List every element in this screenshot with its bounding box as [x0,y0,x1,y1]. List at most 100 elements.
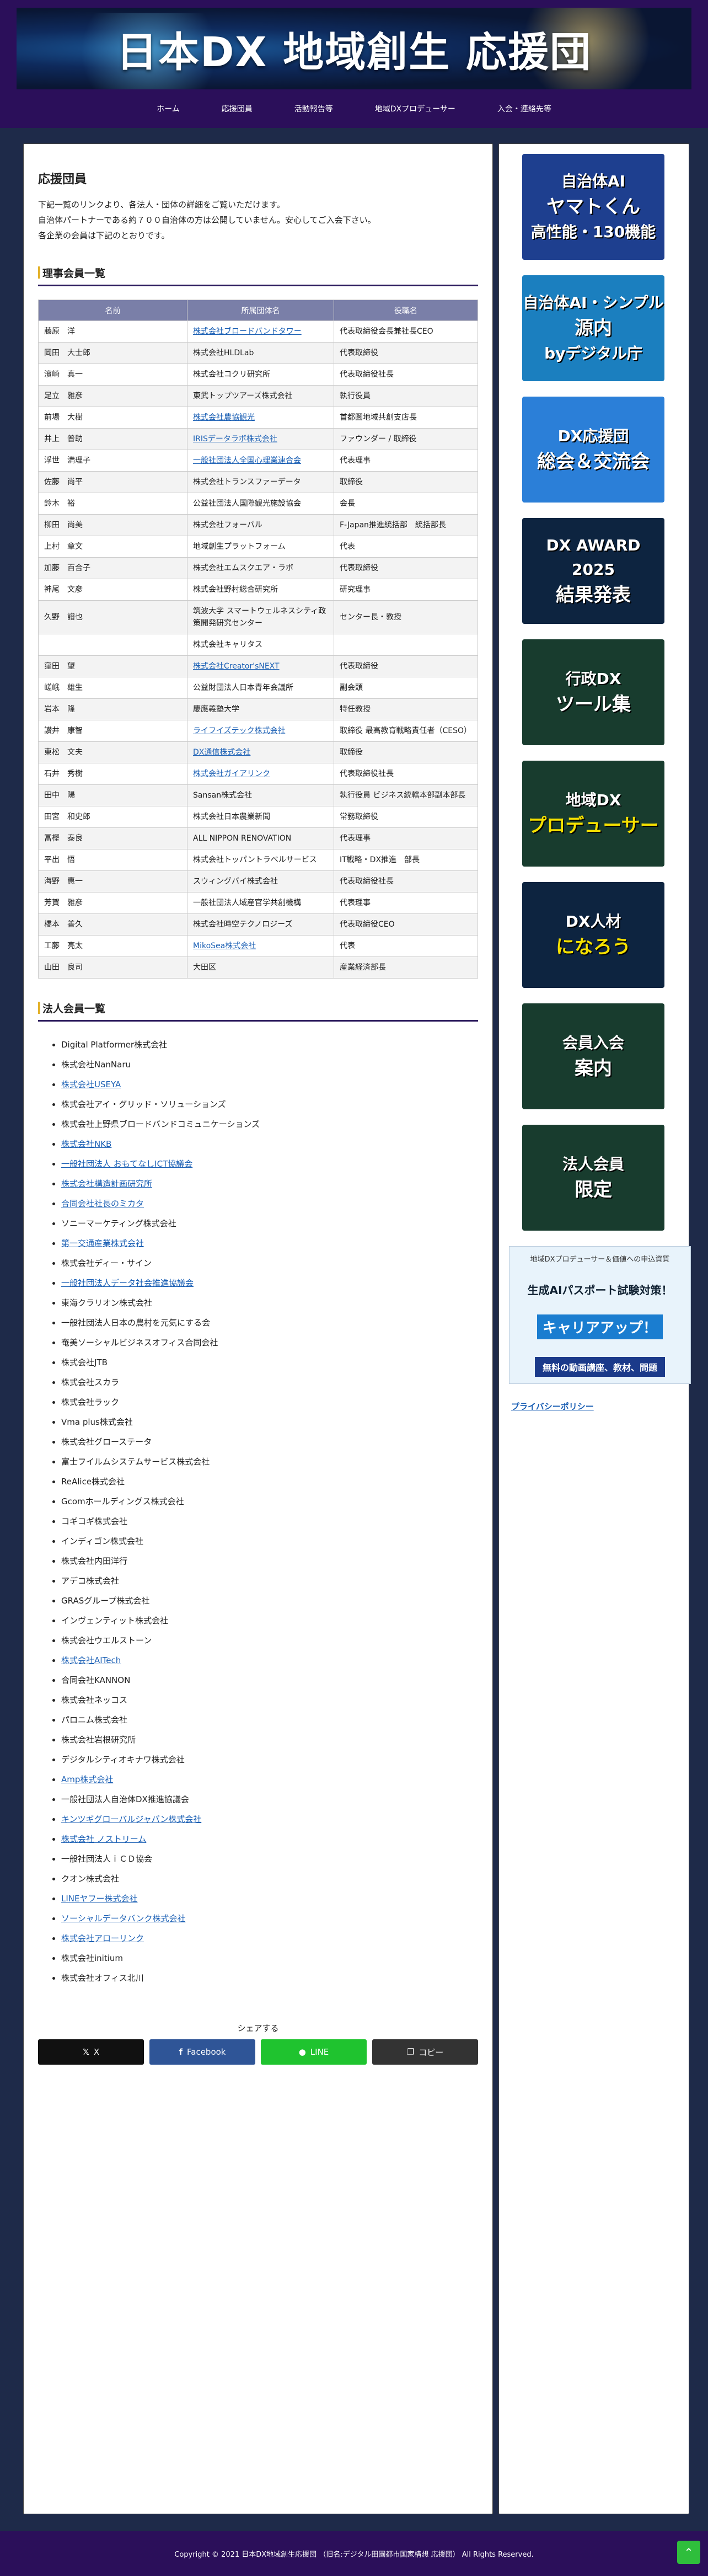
page-title: 応援団員 [38,173,87,186]
sidebar-banner[interactable]: DX応援団 総会＆交流会 [522,397,664,503]
site-title[interactable]: 日本DX 地域創生 応援団 [116,19,592,78]
list-item: インディゴン株式会社 [61,1531,478,1551]
table-row: 上村 章文 地域創生プラットフォーム 代表 [38,536,478,558]
list-item: デジタルシティオキナワ株式会社 [61,1750,478,1770]
director-role: IT戦略・DX推進 部長 [334,849,478,871]
list-item: GRASグループ株式会社 [61,1591,478,1611]
corporate-member-link[interactable]: 株式会社アローリンク [61,1933,144,1943]
list-item: 株式会社USEYA [61,1075,478,1094]
table-row: 橋本 善久 株式会社時空テクノロジーズ 代表取締役CEO [38,913,478,936]
list-item: 株式会社ラック [61,1392,478,1412]
banner-text: DX人材 [565,912,621,931]
list-item: 株式会社ネッコス [61,1690,478,1710]
corporate-member-link[interactable]: 合同会社社長のミカタ [61,1199,144,1209]
corporate-member-link[interactable]: 株式会社USEYA [61,1079,121,1089]
director-name: 工藤 亮太 [38,935,187,957]
copy-link-label: コピー [419,2047,444,2057]
sidebar-banner[interactable]: DX人材 になろう [522,882,664,988]
list-item: コギコギ株式会社 [61,1511,478,1531]
director-name: 冨樫 泰良 [38,827,187,849]
page-top-button[interactable]: ⌃ [677,2541,700,2564]
table-row: 浮世 満理子 一般社団法人全国心理業連合会 代表理事 [38,450,478,472]
corporate-member-link[interactable]: 株式会社構造計画研究所 [61,1179,152,1189]
nav-home[interactable]: ホーム [136,103,201,114]
copy-link-button[interactable]: ❐ コピー [372,2039,478,2065]
director-org-link[interactable]: 一般社団法人全国心理業連合会 [193,456,301,465]
sidebar-banner[interactable]: 地域DX プロデューサー [522,761,664,867]
list-item: 株式会社オフィス北川 [61,1968,478,1988]
corporate-member-link[interactable]: 一般社団法人 おもてなしICT協議会 [61,1159,192,1169]
director-org-cell: スウィングバイ株式会社 [187,870,334,892]
share-line-button[interactable]: ● LINE [261,2039,367,2065]
corporate-member-name: インディゴン株式会社 [61,1536,143,1546]
global-nav: ホーム 応援団員 活動報告等 地域DXプロデューサー 入会・連絡先等 [0,89,708,128]
corporate-member-name: 株式会社initium [61,1953,124,1963]
nav-activities[interactable]: 活動報告等 [273,103,354,114]
director-org-link[interactable]: 株式会社農協観光 [193,413,255,422]
sidebar-banner[interactable]: 自治体AI・シンプル 源内 byデジタル庁 [522,275,664,381]
list-item: Amp株式会社 [61,1770,478,1789]
director-org-link[interactable]: 株式会社ブロードバンドタワー [193,327,302,336]
privacy-policy-link[interactable]: プライバシーポリシー [511,1401,678,1412]
corporate-member-link[interactable]: 一般社団法人データ社会推進協議会 [61,1278,194,1288]
corporate-member-link[interactable]: 株式会社NKB [61,1139,111,1149]
director-name: 山田 良司 [38,956,187,979]
sidebar-banner[interactable]: 会員入会 案内 [522,1003,664,1109]
banner-text: 結果発表 [556,584,631,606]
table-row: 柳田 尚美 株式会社フォーバル F-Japan推進統括部 統括部長 [38,514,478,536]
banner-text: byデジタル庁 [544,344,642,362]
director-org-link[interactable]: IRISデータラボ株式会社 [193,435,277,443]
corporate-member-link[interactable]: LINEヤフー株式会社 [61,1894,137,1904]
list-item: インヴェンティット株式会社 [61,1611,478,1631]
sidebar-banner[interactable]: 行政DX ツール集 [522,639,664,745]
list-item: 株式会社initium [61,1948,478,1968]
share-buttons: 𝕏 X f Facebook ● LINE ❐ コピー [38,2039,478,2065]
banner-text: 法人会員 [562,1155,624,1173]
corporate-member-name: 株式会社NanNaru [61,1060,131,1070]
corporate-member-name: インヴェンティット株式会社 [61,1616,169,1626]
list-item: 株式会社構造計画研究所 [61,1174,478,1194]
table-row: 芳賀 雅彦 一般社団法人域産官学共創機構 代表理事 [38,892,478,914]
director-name: 井上 普助 [38,428,187,450]
director-org-link[interactable]: 株式会社Creator'sNEXT [193,662,280,671]
director-org-link[interactable]: 株式会社ガイアリンク [193,769,270,778]
director-role: 取締役 [334,471,478,493]
sidebar-banner[interactable]: DX AWARD 2025 結果発表 [522,518,664,624]
director-name: 濱崎 真一 [38,364,187,386]
share-label: シェアする [237,2023,279,2033]
sidebar-ad[interactable]: 地域DXプロデューサー＆価値への申込資質 生成AIパスポート試験対策！ キャリア… [509,1246,691,1384]
share-facebook-button[interactable]: f Facebook [149,2039,255,2065]
sidebar-banner[interactable]: 法人会員 限定 [522,1125,664,1231]
header-banner[interactable]: 日本DX 地域創生 応援団 [17,8,691,89]
corporate-member-link[interactable]: ソーシャルデータバンク株式会社 [61,1914,185,1923]
list-item: 一般社団法人ｉＣＤ協会 [61,1849,478,1869]
nav-join-contact[interactable]: 入会・連絡先等 [476,103,572,114]
director-name: 石井 秀樹 [38,763,187,785]
corporate-member-link[interactable]: 株式会社AITech [61,1655,121,1665]
director-name: 久野 譜也 [38,600,187,634]
list-item: 一般社団法人日本の農村を元気にする会 [61,1313,478,1333]
sidebar-banner[interactable]: 自治体AI ヤマトくん 高性能・130機能 [522,154,664,260]
director-org-link[interactable]: ライフイズテック株式会社 [193,726,286,735]
director-org-link[interactable]: DX通信株式会社 [193,748,250,757]
corporate-member-link[interactable]: Amp株式会社 [61,1775,113,1784]
list-item: パロニム株式会社 [61,1710,478,1730]
list-item: Vma plus株式会社 [61,1412,478,1432]
directors-table: 名前 所属団体名 役職名 藤原 洋株式会社ブロードバンドタワー 代表取締役会長兼社… [38,300,478,979]
director-org-cell: 株式会社エムスクエア・ラボ [187,557,334,579]
ad-text: 地域DXプロデューサー＆価値への申込資質 [530,1255,670,1264]
director-org-link[interactable]: MikoSea株式会社 [193,942,256,950]
director-role: 代表理事 [334,827,478,849]
corporate-member-link[interactable]: 第一交通産業株式会社 [61,1238,144,1248]
corporate-member-link[interactable]: 株式会社 ノストリーム [61,1834,146,1844]
table-row: 井上 普助 IRISデータラボ株式会社 ファウンダー / 取締役 [38,428,478,450]
share-x-button[interactable]: 𝕏 X [38,2039,144,2065]
nav-members[interactable]: 応援団員 [201,103,273,114]
corporate-member-name: 一般社団法人自治体DX推進協議会 [61,1794,189,1804]
line-icon: ● [298,2047,306,2057]
nav-dx-producer[interactable]: 地域DXプロデューサー [354,103,476,114]
director-role: 代表 [334,935,478,957]
corporate-member-link[interactable]: キンツギグローバルジャパン株式会社 [61,1814,201,1824]
list-item: 第一交通産業株式会社 [61,1233,478,1253]
director-role: 代表理事 [334,892,478,914]
